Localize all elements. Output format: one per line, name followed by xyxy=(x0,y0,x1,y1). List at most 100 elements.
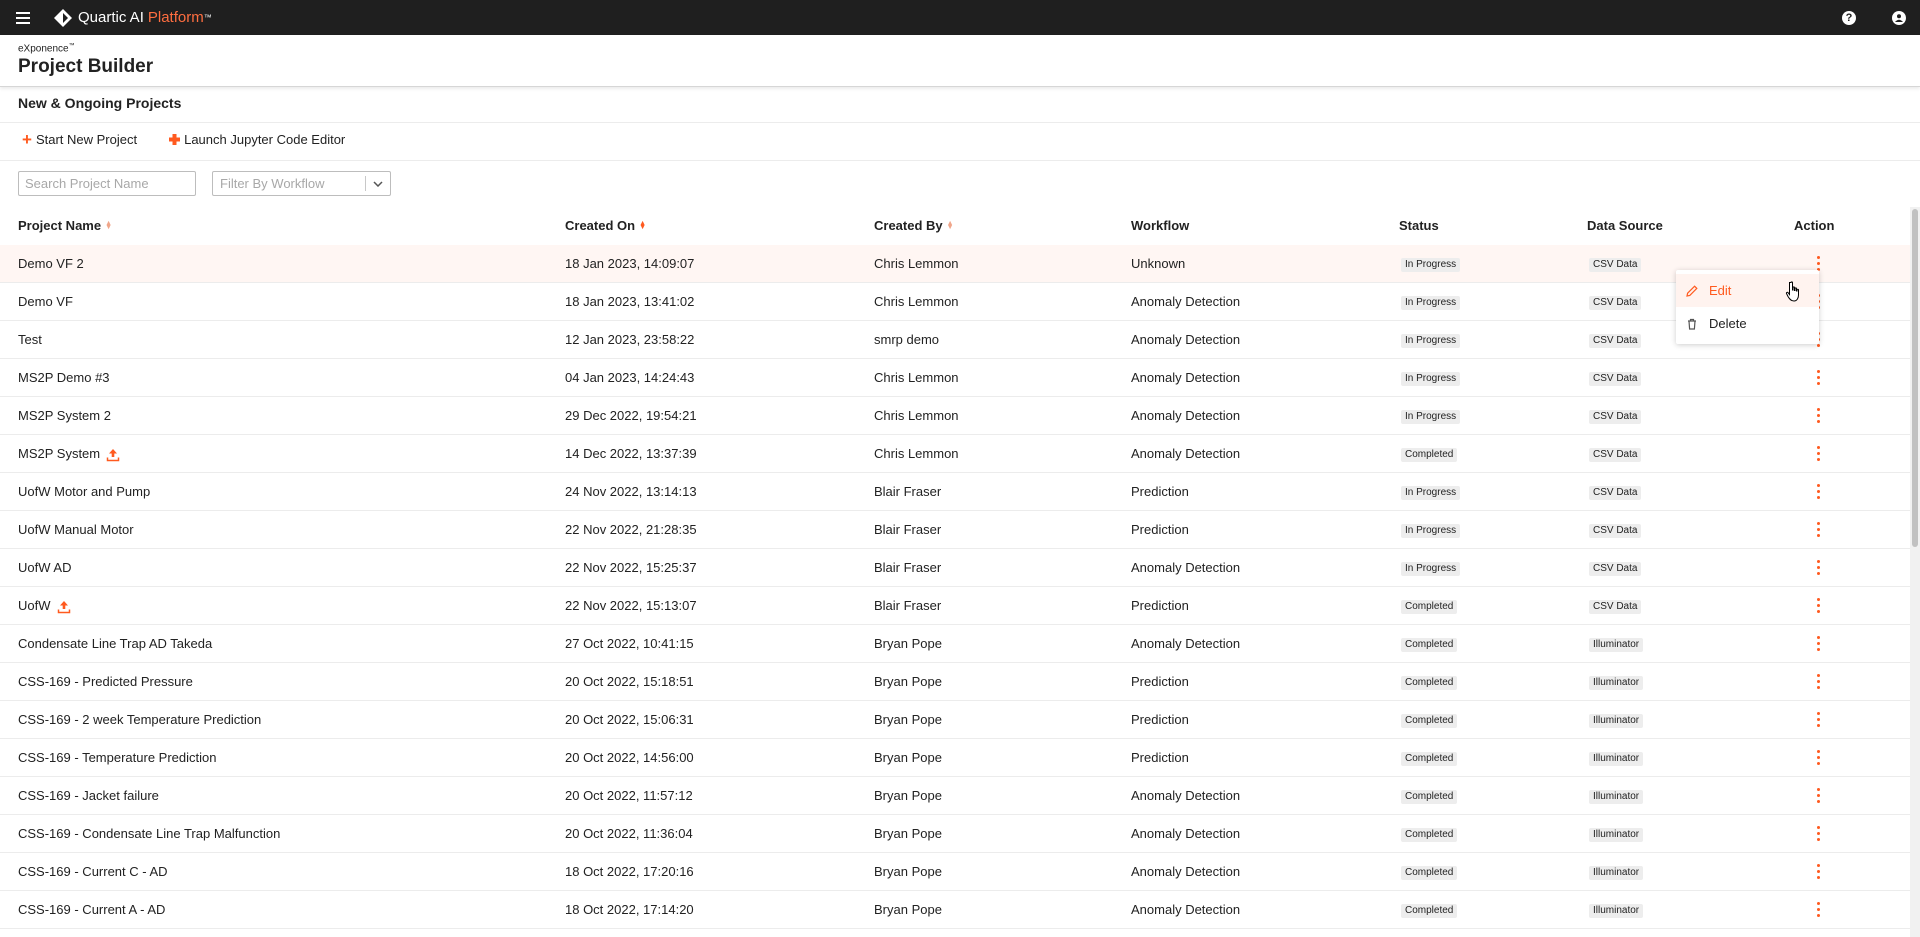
plus-icon: + xyxy=(22,130,32,149)
kebab-icon[interactable] xyxy=(1817,484,1821,499)
kebab-icon[interactable] xyxy=(1817,712,1821,727)
column-header-created-on[interactable]: Created On ▲ ▼ xyxy=(565,207,646,245)
kebab-icon[interactable] xyxy=(1817,522,1821,537)
table-row[interactable]: UofW AD 22 Nov 2022, 15:25:37 Blair Fraser… xyxy=(0,549,1910,587)
project-name-cell[interactable]: Test xyxy=(18,321,42,358)
column-header-project-name[interactable]: Project Name ▲ ▼ xyxy=(18,207,112,245)
project-name[interactable]: UofW Manual Motor xyxy=(18,522,134,537)
project-name[interactable]: CSS-169 - Temperature Prediction xyxy=(18,750,216,765)
project-name-cell[interactable]: UofW xyxy=(18,587,71,624)
kebab-icon[interactable] xyxy=(1817,864,1821,879)
status-badge: Completed xyxy=(1401,599,1458,614)
search-project-input[interactable] xyxy=(18,171,196,196)
project-name-cell[interactable]: CSS-169 - Condensate Line Trap Malfuncti… xyxy=(18,815,280,852)
sort-icon[interactable]: ▲ ▼ xyxy=(105,220,112,231)
project-name[interactable]: Demo VF xyxy=(18,294,73,309)
data-source-badge: CSV Data xyxy=(1589,485,1642,500)
hamburger-menu-icon[interactable] xyxy=(16,11,30,24)
project-name-cell[interactable]: CSS-169 - Current A - AD xyxy=(18,891,165,928)
project-name[interactable]: CSS-169 - Condensate Line Trap Malfuncti… xyxy=(18,826,280,841)
project-name[interactable]: CSS-169 - Jacket failure xyxy=(18,788,159,803)
kebab-icon[interactable] xyxy=(1817,674,1821,689)
project-name-cell[interactable]: UofW AD xyxy=(18,549,71,586)
table-row[interactable]: CSS-169 - Current A - AD 18 Oct 2022, 17:… xyxy=(0,891,1910,929)
help-icon[interactable]: ? xyxy=(1842,10,1856,25)
table-row[interactable]: Demo VF 18 Jan 2023, 13:41:02 Chris Lemmon… xyxy=(0,283,1910,321)
table-row[interactable]: UofW Manual Motor 22 Nov 2022, 21:28:35 Bl… xyxy=(0,511,1910,549)
table-row[interactable]: CSS-169 - Jacket failure 20 Oct 2022, 11:… xyxy=(0,777,1910,815)
project-name[interactable]: Condensate Line Trap AD Takeda xyxy=(18,636,212,651)
project-name-cell[interactable]: UofW Motor and Pump xyxy=(18,473,150,510)
table-row[interactable]: CSS-169 - Condensate Line Trap Malfuncti… xyxy=(0,815,1910,853)
kebab-icon[interactable] xyxy=(1817,598,1821,613)
kebab-icon[interactable] xyxy=(1817,370,1821,385)
kebab-icon[interactable] xyxy=(1817,636,1821,651)
upload-icon[interactable] xyxy=(57,600,71,614)
kebab-icon[interactable] xyxy=(1817,826,1821,841)
project-name-cell[interactable]: CSS-169 - Jacket failure xyxy=(18,777,159,814)
project-name[interactable]: UofW xyxy=(18,598,51,613)
project-name-cell[interactable]: CSS-169 - 2 week Temperature Prediction xyxy=(18,701,261,738)
project-name-cell[interactable]: UofW Manual Motor xyxy=(18,511,134,548)
project-name-cell[interactable]: CSS-169 - Current C - AD xyxy=(18,853,168,890)
project-name[interactable]: Test xyxy=(18,332,42,347)
kebab-icon[interactable] xyxy=(1817,408,1821,423)
status-cell: Completed xyxy=(1401,891,1458,928)
table-row[interactable]: Demo VF 2 18 Jan 2023, 14:09:07 Chris Lemm… xyxy=(0,245,1910,283)
project-name[interactable]: UofW AD xyxy=(18,560,71,575)
created-by-cell: smrp demo xyxy=(874,332,940,347)
sort-icon[interactable]: ▲ ▼ xyxy=(947,220,954,231)
app-logo[interactable]: Quartic AI Platform ™ xyxy=(54,8,212,27)
delete-menu-item[interactable]: Delete xyxy=(1676,307,1819,340)
upload-icon[interactable] xyxy=(106,448,120,462)
project-name[interactable]: CSS-169 - Current A - AD xyxy=(18,902,165,917)
table-row[interactable]: Condensate Line Trap AD Takeda 27 Oct 202… xyxy=(0,625,1910,663)
table-row[interactable]: CSS-169 - Current C - AD 18 Oct 2022, 17:… xyxy=(0,853,1910,891)
project-name[interactable]: MS2P System 2 xyxy=(18,408,111,423)
kebab-icon[interactable] xyxy=(1817,256,1821,271)
table-row[interactable]: UofW 22 Nov 2022, 15:13:07 Blair Fraser Pre… xyxy=(0,587,1910,625)
table-row[interactable]: MS2P System 14 Dec 2022, 13:37:39 Chris Le… xyxy=(0,435,1910,473)
project-name[interactable]: CSS-169 - Predicted Pressure xyxy=(18,674,193,689)
status-badge: In Progress xyxy=(1401,409,1461,424)
status-cell: In Progress xyxy=(1401,473,1461,510)
project-name[interactable]: UofW Motor and Pump xyxy=(18,484,150,499)
project-name[interactable]: MS2P System xyxy=(18,446,100,461)
created-by-cell: Bryan Pope xyxy=(874,712,942,727)
table-row[interactable]: UofW Motor and Pump 24 Nov 2022, 13:14:13… xyxy=(0,473,1910,511)
project-name-cell[interactable]: CSS-169 - Predicted Pressure xyxy=(18,663,193,700)
launch-jupyter-button[interactable]: Launch Jupyter Code Editor xyxy=(169,132,345,147)
project-name-cell[interactable]: Condensate Line Trap AD Takeda xyxy=(18,625,212,662)
created-by-cell: Chris Lemmon xyxy=(874,294,959,309)
created-on-cell: 18 Oct 2022, 17:20:16 xyxy=(565,864,694,879)
project-name-cell[interactable]: MS2P System 2 xyxy=(18,397,111,434)
table-row[interactable]: MS2P System 2 29 Dec 2022, 19:54:21 Chris … xyxy=(0,397,1910,435)
table-row[interactable]: CSS-169 - 2 week Temperature Prediction 2… xyxy=(0,701,1910,739)
workflow-cell: Anomaly Detection xyxy=(1131,560,1241,575)
project-name[interactable]: MS2P Demo #3 xyxy=(18,370,110,385)
scrollbar-thumb[interactable] xyxy=(1912,209,1918,547)
project-name-cell[interactable]: Demo VF xyxy=(18,283,73,320)
sort-icon[interactable]: ▲ ▼ xyxy=(639,220,646,231)
project-name[interactable]: CSS-169 - Current C - AD xyxy=(18,864,168,879)
column-header-created-by[interactable]: Created By ▲ ▼ xyxy=(874,207,954,245)
start-new-project-button[interactable]: + Start New Project xyxy=(22,130,137,149)
account-icon[interactable] xyxy=(1892,10,1906,25)
vertical-scrollbar[interactable] xyxy=(1910,207,1920,937)
project-name-cell[interactable]: MS2P System xyxy=(18,435,120,472)
kebab-icon[interactable] xyxy=(1817,446,1821,461)
project-name[interactable]: Demo VF 2 xyxy=(18,256,84,271)
project-name-cell[interactable]: MS2P Demo #3 xyxy=(18,359,110,396)
project-name[interactable]: CSS-169 - 2 week Temperature Prediction xyxy=(18,712,261,727)
table-row[interactable]: CSS-169 - Temperature Prediction 20 Oct 2… xyxy=(0,739,1910,777)
project-name-cell[interactable]: Demo VF 2 xyxy=(18,245,84,282)
filter-workflow-select[interactable]: Filter By Workflow xyxy=(212,171,391,196)
table-row[interactable]: MS2P Demo #3 04 Jan 2023, 14:24:43 Chris L… xyxy=(0,359,1910,397)
kebab-icon[interactable] xyxy=(1817,902,1821,917)
kebab-icon[interactable] xyxy=(1817,560,1821,575)
table-row[interactable]: CSS-169 - Predicted Pressure 20 Oct 2022,… xyxy=(0,663,1910,701)
project-name-cell[interactable]: CSS-169 - Temperature Prediction xyxy=(18,739,216,776)
kebab-icon[interactable] xyxy=(1817,788,1821,803)
kebab-icon[interactable] xyxy=(1817,750,1821,765)
table-row[interactable]: Test 12 Jan 2023, 23:58:22 smrp demo Anomal… xyxy=(0,321,1910,359)
